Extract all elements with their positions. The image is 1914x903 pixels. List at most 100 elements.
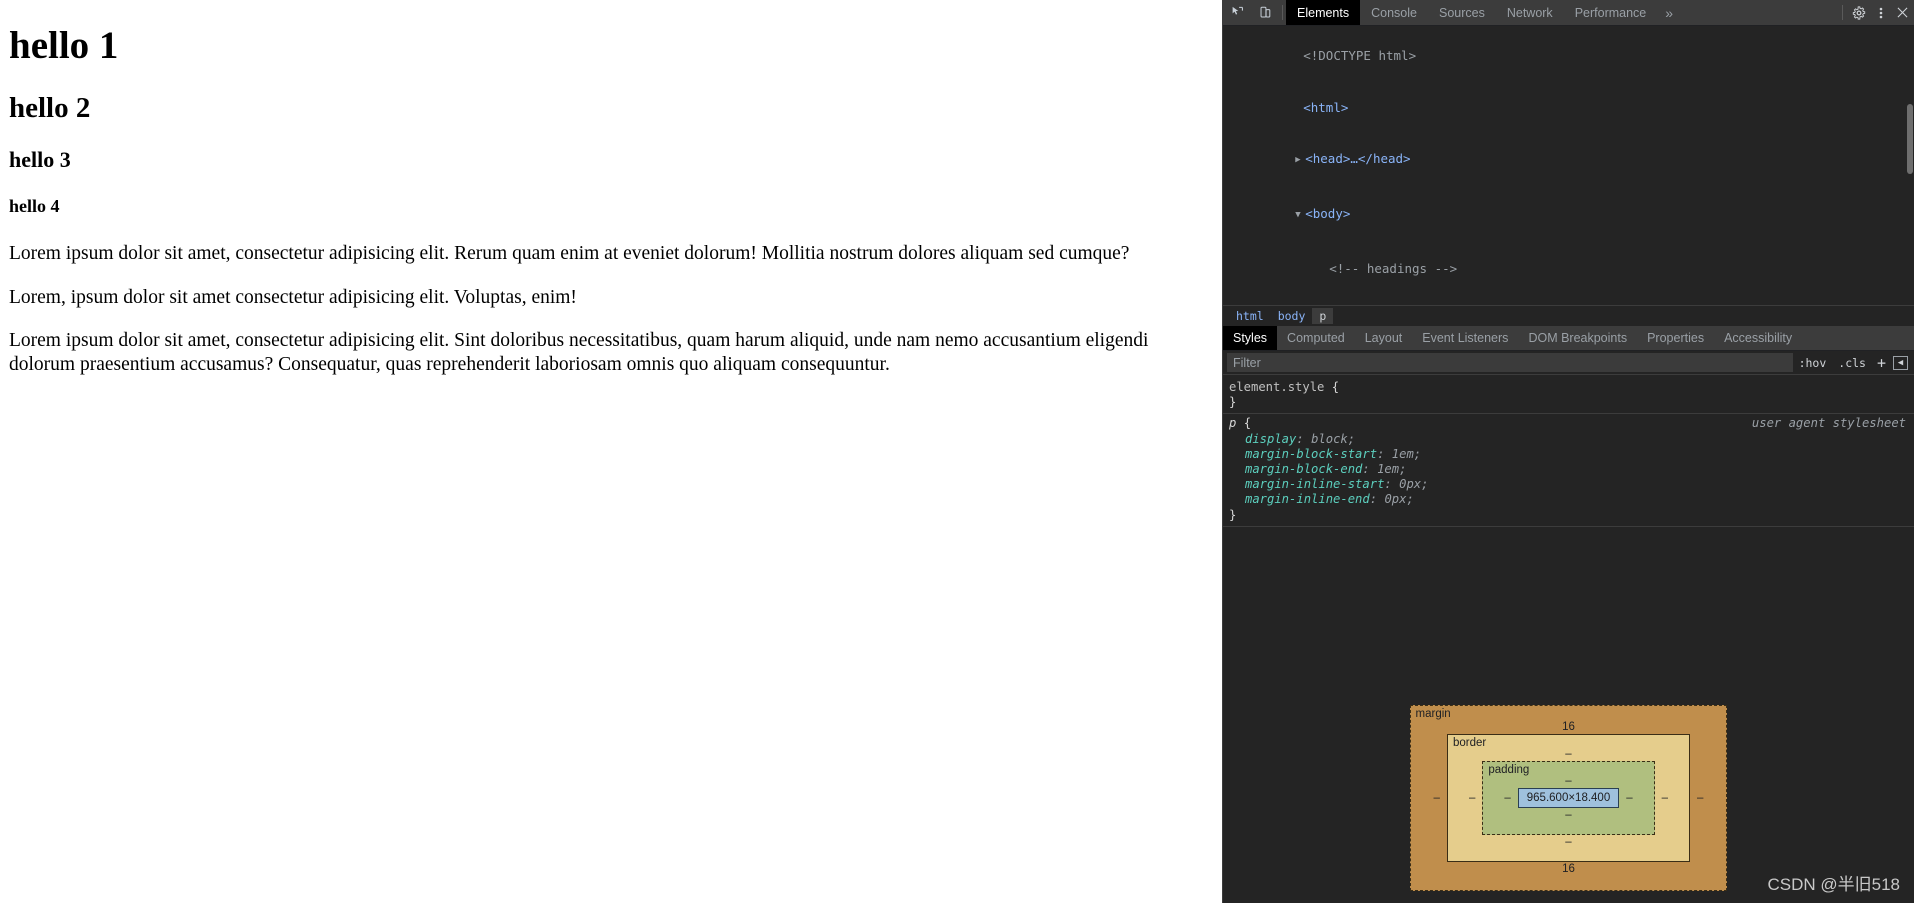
toggle-pane-icon[interactable]: ◀ (1893, 355, 1908, 370)
css-declaration[interactable]: margin-inline-start: 0px; (1229, 477, 1908, 492)
page-heading-h4: hello 4 (9, 196, 60, 217)
chevron-down-icon[interactable]: ▼ (1295, 207, 1305, 224)
css-property-name[interactable]: margin-block-start (1245, 447, 1377, 461)
inspect-element-icon[interactable] (1223, 0, 1251, 25)
box-model-border-row: – padding – – 965.600×18.400 – – – (1462, 761, 1675, 835)
rule-open-brace: { (1331, 380, 1340, 394)
close-icon[interactable] (1890, 0, 1914, 25)
box-model-border-right[interactable]: – (1655, 792, 1675, 804)
breadcrumb-item-p[interactable]: p (1312, 308, 1334, 324)
gear-icon[interactable] (1846, 0, 1872, 25)
css-property-name[interactable]: display (1245, 432, 1296, 446)
tab-elements[interactable]: Elements (1286, 0, 1361, 25)
cls-button[interactable]: .cls (1832, 356, 1872, 370)
tab-computed[interactable]: Computed (1277, 326, 1355, 350)
box-model-margin-top[interactable]: 16 (1427, 720, 1711, 734)
tab-styles[interactable]: Styles (1223, 326, 1278, 350)
css-declaration[interactable]: display: block; (1229, 432, 1908, 447)
box-model-padding-left[interactable]: – (1497, 792, 1517, 804)
box-model-padding-right[interactable]: – (1619, 792, 1639, 804)
page-paragraph-3: Lorem ipsum dolor sit amet, consectetur … (9, 330, 1149, 376)
dom-row[interactable]: <html> (1223, 82, 1914, 134)
box-model-border[interactable]: border – – padding – – 965.600×18.400 – (1446, 734, 1691, 862)
rule-selector[interactable]: p (1229, 416, 1236, 430)
tab-console[interactable]: Console (1360, 0, 1428, 25)
dom-body-open: <body> (1305, 206, 1351, 222)
dom-row[interactable]: <!-- headings --> (1223, 242, 1914, 294)
box-model-border-label: border (1452, 737, 1487, 749)
tab-dom-breakpoints[interactable]: DOM Breakpoints (1518, 326, 1637, 350)
dom-tree[interactable]: <!DOCTYPE html> <html> ▶ <head>…</head> ▼… (1223, 26, 1914, 305)
box-model-padding-bottom[interactable]: – (1497, 808, 1639, 822)
tab-layout[interactable]: Layout (1355, 326, 1413, 350)
page-heading-h2: hello 2 (9, 91, 91, 124)
box-model-margin-label: margin (1415, 708, 1451, 720)
css-property-name[interactable]: margin-block-end (1245, 462, 1362, 476)
devtools-toolbar: Elements Console Sources Network Perform… (1223, 0, 1914, 26)
css-property-value[interactable]: 1em; (1392, 447, 1421, 461)
style-rule-p[interactable]: p { user agent stylesheet display: block… (1223, 414, 1914, 527)
dom-row[interactable]: <!DOCTYPE html> (1223, 30, 1914, 82)
box-model-padding-label: padding (1488, 764, 1530, 776)
toolbar-divider-2 (1842, 5, 1843, 20)
device-toolbar-icon[interactable] (1251, 0, 1279, 25)
css-declaration[interactable]: margin-inline-end: 0px; (1229, 492, 1908, 507)
box-model-border-bottom[interactable]: – (1462, 835, 1675, 849)
style-rule-element-style[interactable]: element.style { } (1223, 378, 1914, 415)
box-model-margin[interactable]: margin 16 – border – – padding – – 965.6… (1409, 705, 1728, 891)
rendered-webpage: hello 1 hello 2 hello 3 hello 4 Lorem ip… (0, 0, 1222, 903)
box-model-margin-bottom[interactable]: 16 (1427, 862, 1711, 876)
breadcrumb-item-body[interactable]: body (1271, 308, 1313, 324)
rule-close-brace: } (1229, 507, 1237, 522)
filter-input[interactable] (1227, 353, 1793, 372)
styles-filter-bar: :hov .cls + ◀ (1223, 351, 1914, 375)
box-model-border-top[interactable]: – (1462, 747, 1675, 761)
more-options-icon[interactable] (1872, 0, 1890, 25)
dom-row[interactable]: ▶ <head>…</head> (1223, 133, 1914, 188)
tab-network[interactable]: Network (1496, 0, 1564, 25)
more-tabs-icon[interactable]: » (1657, 0, 1681, 25)
box-model-padding[interactable]: padding – – 965.600×18.400 – – (1482, 761, 1655, 835)
chevron-right-icon[interactable]: ▶ (1295, 152, 1305, 169)
box-model-margin-left[interactable]: – (1427, 792, 1447, 804)
css-declaration[interactable]: margin-block-end: 1em; (1229, 462, 1908, 477)
tab-performance[interactable]: Performance (1564, 0, 1658, 25)
dom-row[interactable]: <h1>hello 1</h1> (1223, 294, 1914, 305)
rule-open-brace: { (1243, 416, 1252, 431)
css-property-name[interactable]: margin-inline-start (1245, 477, 1384, 491)
css-property-value[interactable]: block; (1311, 432, 1355, 446)
css-property-value[interactable]: 0px; (1399, 477, 1428, 491)
rule-origin: user agent stylesheet (1751, 416, 1906, 431)
box-model-margin-right[interactable]: – (1690, 792, 1710, 804)
tab-accessibility[interactable]: Accessibility (1714, 326, 1802, 350)
rule-close-brace: } (1229, 395, 1237, 410)
css-declaration[interactable]: margin-block-start: 1em; (1229, 447, 1908, 462)
box-model-padding-top[interactable]: – (1497, 774, 1639, 788)
dom-doctype: <!DOCTYPE html> (1303, 48, 1417, 64)
styles-pane-tabs: Styles Computed Layout Event Listeners D… (1223, 326, 1914, 351)
breadcrumb-item-html[interactable]: html (1229, 308, 1271, 324)
dom-html-open: <html> (1303, 99, 1349, 115)
dom-head: <head>…</head> (1305, 151, 1411, 167)
tab-event-listeners[interactable]: Event Listeners (1412, 326, 1518, 350)
css-property-name[interactable]: margin-inline-end (1245, 492, 1370, 506)
box-model-padding-row: – 965.600×18.400 – (1497, 788, 1639, 808)
breadcrumb: html body p (1223, 305, 1914, 326)
hov-button[interactable]: :hov (1793, 356, 1833, 370)
box-model-border-left[interactable]: – (1462, 792, 1482, 804)
tab-properties[interactable]: Properties (1637, 326, 1714, 350)
css-property-value[interactable]: 1em; (1377, 462, 1406, 476)
page-heading-h1: hello 1 (9, 24, 119, 67)
rule-selector[interactable]: element.style (1229, 380, 1324, 394)
tab-sources[interactable]: Sources (1428, 0, 1496, 25)
new-style-rule-button[interactable]: + (1872, 354, 1891, 372)
toolbar-divider (1282, 5, 1283, 20)
dom-comment-headings: <!-- headings --> (1329, 260, 1458, 276)
styles-rules-list: element.style { } p { user agent stylesh… (1223, 375, 1914, 693)
dom-row[interactable]: ▼ <body> (1223, 188, 1914, 243)
box-model-margin-row: – border – – padding – – 965.600×18.400 … (1427, 734, 1711, 862)
dom-tree-scrollbar[interactable] (1907, 104, 1913, 174)
css-property-value[interactable]: 0px; (1384, 492, 1413, 506)
page-paragraph-2: Lorem, ipsum dolor sit amet consectetur … (9, 286, 577, 308)
box-model-content-size[interactable]: 965.600×18.400 (1517, 788, 1620, 808)
